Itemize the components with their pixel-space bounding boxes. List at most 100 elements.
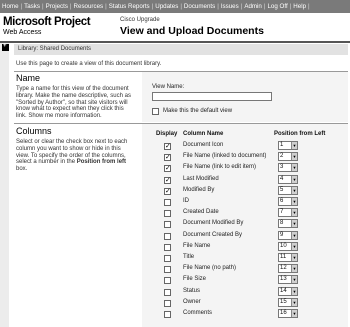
nav-status-reports[interactable]: Status Reports xyxy=(107,3,152,10)
position-select[interactable]: 9 ▼ xyxy=(278,230,298,240)
dropdown-arrow-icon[interactable]: ▼ xyxy=(291,298,297,306)
display-checkbox[interactable] xyxy=(164,210,171,218)
display-checkbox[interactable] xyxy=(164,255,171,262)
top-nav: Home | Tasks | Projects | Resources | Status… xyxy=(0,0,350,13)
nav-issues[interactable]: Issues xyxy=(219,3,241,10)
display-column-header: Display xyxy=(156,131,178,137)
position-select[interactable]: 11 ▼ xyxy=(278,253,298,262)
display-checkbox[interactable]: ✓ xyxy=(164,154,171,162)
header: Microsoft Project Web Access Cisco Upgra… xyxy=(0,13,350,41)
position-value: 8 xyxy=(280,220,284,227)
column-name: Status xyxy=(183,287,201,294)
nav-tasks[interactable]: Tasks xyxy=(22,3,42,10)
dropdown-arrow-icon[interactable]: ▼ xyxy=(291,153,297,161)
position-value: 6 xyxy=(280,198,284,204)
column-name: Document Created By xyxy=(183,231,243,238)
column-name: Title xyxy=(183,254,195,260)
name-section-description: Type a name for this view of the documen… xyxy=(16,86,134,120)
column-name: ID xyxy=(183,198,189,204)
display-checkbox[interactable] xyxy=(164,232,171,240)
display-checkbox[interactable] xyxy=(164,266,171,274)
nav-log-off[interactable]: Log Off xyxy=(265,3,289,10)
intro-text: Use this page to create a view of this d… xyxy=(16,61,162,67)
column-name: Document Modified By xyxy=(183,220,244,227)
header-divider xyxy=(0,41,350,43)
expand-glyph-icon: + xyxy=(3,43,7,49)
dropdown-arrow-icon[interactable]: ▼ xyxy=(291,231,297,239)
position-value: 14 xyxy=(280,287,287,294)
dropdown-arrow-icon[interactable]: ▼ xyxy=(291,287,297,295)
page-title: View and Upload Documents xyxy=(120,25,264,37)
nav-resources[interactable]: Resources xyxy=(72,3,106,10)
position-select[interactable]: 15 ▼ xyxy=(278,297,298,307)
left-strip xyxy=(0,43,9,327)
position-select[interactable]: 13 ▼ xyxy=(278,275,298,285)
dropdown-arrow-icon[interactable]: ▼ xyxy=(291,198,297,205)
position-value: 4 xyxy=(280,175,284,182)
position-select[interactable]: 14 ▼ xyxy=(278,286,298,296)
dropdown-arrow-icon[interactable]: ▼ xyxy=(291,254,297,261)
name-section-heading: Name xyxy=(16,73,41,83)
dropdown-arrow-icon[interactable]: ▼ xyxy=(291,186,297,194)
position-value: 16 xyxy=(280,310,287,316)
display-checkbox[interactable] xyxy=(164,288,171,296)
column-name: Modified By xyxy=(183,186,215,193)
display-checkbox[interactable] xyxy=(164,243,171,251)
display-checkbox[interactable] xyxy=(164,277,171,285)
position-select[interactable]: 4 ▼ xyxy=(278,174,298,184)
column-name-header: Column Name xyxy=(183,131,224,137)
display-checkbox[interactable]: ✓ xyxy=(164,176,171,184)
dropdown-arrow-icon[interactable]: ▼ xyxy=(291,209,297,217)
dropdown-arrow-icon[interactable]: ▼ xyxy=(291,142,297,149)
column-name: File Name (no path) xyxy=(183,265,237,272)
display-checkbox[interactable]: ✓ xyxy=(164,187,171,195)
position-value: 10 xyxy=(280,242,287,249)
display-checkbox[interactable] xyxy=(164,199,171,206)
dropdown-arrow-icon[interactable]: ▼ xyxy=(291,310,297,317)
dropdown-arrow-icon[interactable]: ▼ xyxy=(291,220,297,228)
position-value: 1 xyxy=(280,142,284,148)
column-name: Last Modified xyxy=(183,175,219,182)
display-checkbox[interactable] xyxy=(164,311,171,318)
library-path: Library: Shared Documents xyxy=(14,44,348,55)
position-select[interactable]: 10 ▼ xyxy=(278,241,298,251)
position-value: 5 xyxy=(280,186,284,193)
dropdown-arrow-icon[interactable]: ▼ xyxy=(291,265,297,273)
nav-documents[interactable]: Documents xyxy=(182,3,217,10)
position-select[interactable]: 16 ▼ xyxy=(278,309,298,318)
columns-description-emphasis: Position from left xyxy=(76,159,127,166)
display-checkbox[interactable] xyxy=(164,221,171,229)
column-name: File Size xyxy=(183,276,207,283)
dropdown-arrow-icon[interactable]: ▼ xyxy=(291,175,297,183)
nav-help[interactable]: Help xyxy=(291,3,308,10)
breadcrumb[interactable]: Cisco Upgrade xyxy=(120,17,160,23)
display-checkbox[interactable]: ✓ xyxy=(164,143,171,150)
position-select[interactable]: 2 ▼ xyxy=(278,152,298,162)
nav-projects[interactable]: Projects xyxy=(44,3,70,10)
nav-home[interactable]: Home xyxy=(0,3,21,10)
default-view-checkbox[interactable] xyxy=(152,108,159,115)
position-select[interactable]: 12 ▼ xyxy=(278,264,298,274)
position-select[interactable]: 6 ▼ xyxy=(278,197,298,206)
position-value: 12 xyxy=(280,265,287,272)
dropdown-arrow-icon[interactable]: ▼ xyxy=(291,276,297,284)
position-select[interactable]: 7 ▼ xyxy=(278,208,298,218)
view-name-label: View Name: xyxy=(152,84,185,90)
position-value: 11 xyxy=(280,254,287,260)
dropdown-arrow-icon[interactable]: ▼ xyxy=(291,242,297,250)
view-name-input[interactable] xyxy=(152,92,272,101)
position-select[interactable]: 8 ▼ xyxy=(278,219,298,229)
display-checkbox[interactable] xyxy=(164,299,171,307)
position-value: 13 xyxy=(280,276,287,283)
nav-admin[interactable]: Admin xyxy=(242,3,264,10)
position-select[interactable]: 3 ▼ xyxy=(278,163,298,173)
position-select[interactable]: 1 ▼ xyxy=(278,141,298,150)
display-checkbox[interactable]: ✓ xyxy=(164,165,171,173)
position-select[interactable]: 5 ▼ xyxy=(278,185,298,195)
more-info-link[interactable]: Show me more information. xyxy=(28,113,101,119)
nav-updates[interactable]: Updates xyxy=(153,3,180,10)
position-value: 15 xyxy=(280,298,287,305)
columns-section-description: Select or clear the check box next to ea… xyxy=(16,139,134,173)
dropdown-arrow-icon[interactable]: ▼ xyxy=(291,164,297,172)
column-name: Owner xyxy=(183,298,201,305)
